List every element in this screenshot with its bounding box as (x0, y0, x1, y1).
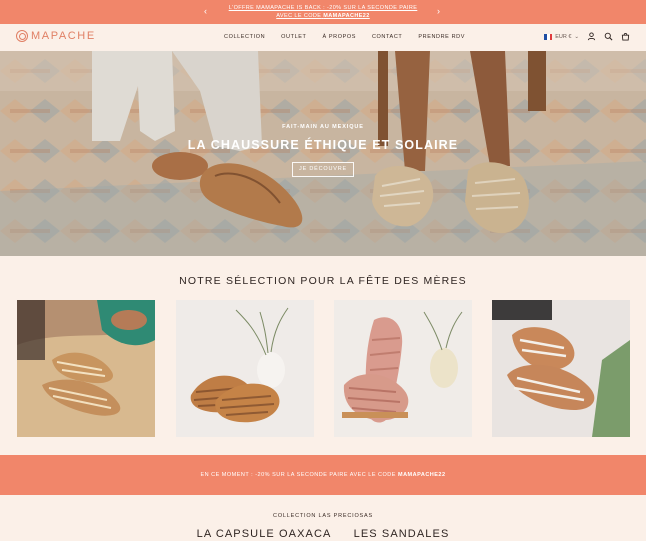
tab-sandales[interactable]: Les Sandales (354, 528, 450, 540)
chevron-left-icon[interactable]: ‹ (204, 6, 207, 16)
hero-cta-button[interactable]: Je découvre (292, 162, 354, 177)
collections-section: Collection Las Preciosas La Capsule Oaxa… (0, 495, 646, 541)
nav-item-prendre-rdv[interactable]: Prendre RDV (418, 34, 465, 40)
currency-label: EUR € (555, 33, 572, 40)
promo-text: En ce moment : -20% sur la seconde paire… (200, 472, 396, 478)
collection-tabs: La Capsule Oaxaca Les Sandales (0, 528, 646, 540)
tab-capsule-oaxaca[interactable]: La Capsule Oaxaca (197, 528, 332, 540)
product-image-4 (492, 300, 630, 437)
announcement-bar: ‹ L'offre Mamapache is back : -20% sur l… (0, 0, 646, 24)
hero-banner: Fait-main au Mexique La chaussure éthiqu… (0, 51, 646, 256)
product-image-1 (17, 300, 155, 437)
cart-icon[interactable] (621, 32, 630, 41)
nav-item-contact[interactable]: Contact (372, 34, 402, 40)
promo-banner: En ce moment : -20% sur la seconde paire… (0, 455, 646, 495)
announcement-text[interactable]: L'offre Mamapache is back : -20% sur la … (228, 4, 418, 20)
hero-eyebrow: Fait-main au Mexique (282, 124, 364, 130)
product-image-2 (176, 300, 314, 437)
collection-eyebrow: Collection Las Preciosas (273, 513, 373, 519)
logo-text: MAPACHE (31, 30, 96, 42)
main-nav: Collection Outlet À Propos Contact Prend… (224, 34, 465, 40)
search-icon[interactable] (604, 32, 613, 41)
product-card-3[interactable] (334, 300, 472, 437)
product-card-2[interactable] (176, 300, 314, 437)
selection-title: Notre sélection pour la fête des mères (179, 275, 467, 287)
product-card-4[interactable] (492, 300, 630, 437)
header-tools: EUR € ⌄ (544, 32, 630, 41)
announcement-code: MAMAPACHE22 (323, 13, 370, 19)
product-card-1[interactable] (17, 300, 155, 437)
hero-content: Fait-main au Mexique La chaussure éthiqu… (0, 124, 646, 177)
chevron-right-icon[interactable]: › (437, 6, 440, 16)
promo-code: MAMAPACHE22 (397, 472, 446, 478)
hero-title: La chaussure éthique et solaire (187, 138, 459, 152)
site-header: MAPACHE Collection Outlet À Propos Conta… (0, 24, 646, 51)
nav-item-outlet[interactable]: Outlet (281, 34, 306, 40)
chevron-down-icon: ⌄ (574, 33, 579, 40)
currency-selector[interactable]: EUR € ⌄ (544, 33, 579, 40)
logo-mark-icon (16, 30, 28, 42)
nav-item-collection[interactable]: Collection (224, 34, 265, 40)
logo[interactable]: MAPACHE (16, 30, 96, 42)
account-icon[interactable] (587, 32, 596, 41)
flag-france-icon (544, 33, 553, 40)
nav-item-a-propos[interactable]: À Propos (322, 34, 356, 40)
product-image-3 (334, 300, 472, 437)
